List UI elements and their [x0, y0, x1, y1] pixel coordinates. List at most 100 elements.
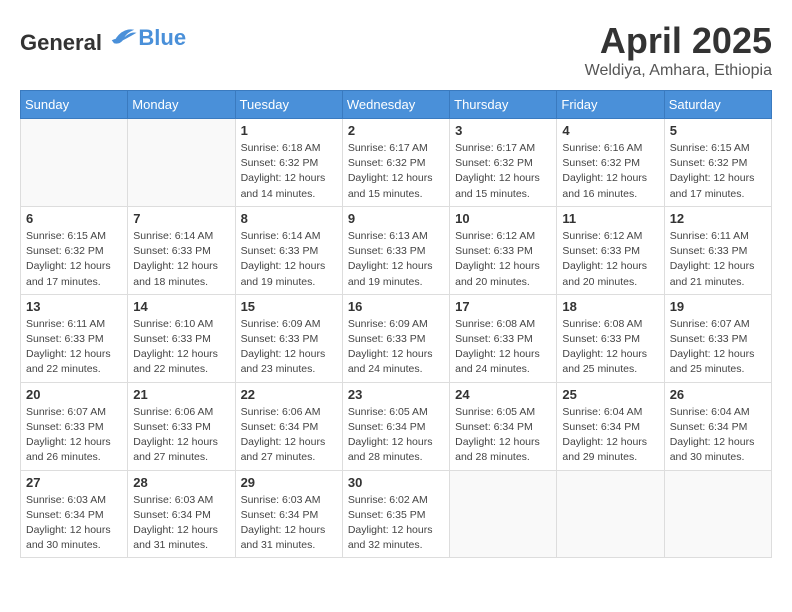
day-info: Sunrise: 6:11 AM Sunset: 6:33 PM Dayligh…: [670, 229, 766, 290]
calendar-day-cell: 13 Sunrise: 6:11 AM Sunset: 6:33 PM Dayli…: [21, 294, 128, 382]
calendar-day-cell: 2 Sunrise: 6:17 AM Sunset: 6:32 PM Daylig…: [342, 119, 449, 207]
day-info: Sunrise: 6:16 AM Sunset: 6:32 PM Dayligh…: [562, 141, 658, 202]
day-number: 16: [348, 299, 444, 314]
day-number: 1: [241, 123, 337, 138]
calendar-header-row: SundayMondayTuesdayWednesdayThursdayFrid…: [21, 91, 772, 119]
day-info: Sunrise: 6:09 AM Sunset: 6:33 PM Dayligh…: [241, 317, 337, 378]
day-info: Sunrise: 6:09 AM Sunset: 6:33 PM Dayligh…: [348, 317, 444, 378]
day-info: Sunrise: 6:17 AM Sunset: 6:32 PM Dayligh…: [348, 141, 444, 202]
day-number: 26: [670, 387, 766, 402]
day-info: Sunrise: 6:10 AM Sunset: 6:33 PM Dayligh…: [133, 317, 229, 378]
calendar-day-cell: 5 Sunrise: 6:15 AM Sunset: 6:32 PM Daylig…: [664, 119, 771, 207]
day-number: 9: [348, 211, 444, 226]
calendar-day-cell: 15Sunrise: 6:09 AM Sunset: 6:33 PM Dayli…: [235, 294, 342, 382]
calendar-day-cell: [128, 119, 235, 207]
calendar-day-cell: 28 Sunrise: 6:03 AM Sunset: 6:34 PM Dayli…: [128, 470, 235, 558]
calendar-day-cell: 1 Sunrise: 6:18 AM Sunset: 6:32 PM Daylig…: [235, 119, 342, 207]
day-of-week-header: Thursday: [450, 91, 557, 119]
day-number: 3: [455, 123, 551, 138]
calendar-week-row: 27 Sunrise: 6:03 AM Sunset: 6:34 PM Dayli…: [21, 470, 772, 558]
day-number: 8: [241, 211, 337, 226]
day-number: 2: [348, 123, 444, 138]
calendar-day-cell: 30Sunrise: 6:02 AM Sunset: 6:35 PM Dayli…: [342, 470, 449, 558]
day-info: Sunrise: 6:07 AM Sunset: 6:33 PM Dayligh…: [670, 317, 766, 378]
day-number: 22: [241, 387, 337, 402]
day-number: 21: [133, 387, 229, 402]
day-info: Sunrise: 6:17 AM Sunset: 6:32 PM Dayligh…: [455, 141, 551, 202]
location-subtitle: Weldiya, Amhara, Ethiopia: [585, 62, 772, 80]
day-number: 14: [133, 299, 229, 314]
calendar-day-cell: 27 Sunrise: 6:03 AM Sunset: 6:34 PM Dayli…: [21, 470, 128, 558]
day-info: Sunrise: 6:08 AM Sunset: 6:33 PM Dayligh…: [455, 317, 551, 378]
day-number: 7: [133, 211, 229, 226]
day-info: Sunrise: 6:18 AM Sunset: 6:32 PM Dayligh…: [241, 141, 337, 202]
day-info: Sunrise: 6:14 AM Sunset: 6:33 PM Dayligh…: [241, 229, 337, 290]
day-info: Sunrise: 6:03 AM Sunset: 6:34 PM Dayligh…: [241, 493, 337, 554]
calendar-day-cell: 12 Sunrise: 6:11 AM Sunset: 6:33 PM Dayli…: [664, 206, 771, 294]
calendar-day-cell: [21, 119, 128, 207]
logo-bird-icon: [108, 20, 138, 50]
day-number: 28: [133, 475, 229, 490]
day-number: 5: [670, 123, 766, 138]
day-of-week-header: Friday: [557, 91, 664, 119]
day-of-week-header: Tuesday: [235, 91, 342, 119]
calendar-table: SundayMondayTuesdayWednesdayThursdayFrid…: [20, 90, 772, 558]
calendar-day-cell: 8 Sunrise: 6:14 AM Sunset: 6:33 PM Daylig…: [235, 206, 342, 294]
calendar-day-cell: 6 Sunrise: 6:15 AM Sunset: 6:32 PM Daylig…: [21, 206, 128, 294]
day-info: Sunrise: 6:03 AM Sunset: 6:34 PM Dayligh…: [26, 493, 122, 554]
calendar-day-cell: [664, 470, 771, 558]
calendar-day-cell: 18 Sunrise: 6:08 AM Sunset: 6:33 PM Dayli…: [557, 294, 664, 382]
calendar-week-row: 20Sunrise: 6:07 AM Sunset: 6:33 PM Dayli…: [21, 382, 772, 470]
month-year-title: April 2025: [585, 20, 772, 62]
day-info: Sunrise: 6:14 AM Sunset: 6:33 PM Dayligh…: [133, 229, 229, 290]
day-info: Sunrise: 6:06 AM Sunset: 6:33 PM Dayligh…: [133, 405, 229, 466]
day-info: Sunrise: 6:12 AM Sunset: 6:33 PM Dayligh…: [455, 229, 551, 290]
day-info: Sunrise: 6:02 AM Sunset: 6:35 PM Dayligh…: [348, 493, 444, 554]
calendar-day-cell: 11 Sunrise: 6:12 AM Sunset: 6:33 PM Dayli…: [557, 206, 664, 294]
calendar-day-cell: 22Sunrise: 6:06 AM Sunset: 6:34 PM Dayli…: [235, 382, 342, 470]
calendar-day-cell: [557, 470, 664, 558]
calendar-day-cell: 26 Sunrise: 6:04 AM Sunset: 6:34 PM Dayli…: [664, 382, 771, 470]
day-number: 13: [26, 299, 122, 314]
title-area: April 2025 Weldiya, Amhara, Ethiopia: [585, 20, 772, 80]
calendar-week-row: 13 Sunrise: 6:11 AM Sunset: 6:33 PM Dayli…: [21, 294, 772, 382]
day-info: Sunrise: 6:15 AM Sunset: 6:32 PM Dayligh…: [670, 141, 766, 202]
day-number: 11: [562, 211, 658, 226]
calendar-day-cell: 24Sunrise: 6:05 AM Sunset: 6:34 PM Dayli…: [450, 382, 557, 470]
calendar-day-cell: 29 Sunrise: 6:03 AM Sunset: 6:34 PM Dayli…: [235, 470, 342, 558]
day-number: 23: [348, 387, 444, 402]
day-number: 12: [670, 211, 766, 226]
calendar-day-cell: 10 Sunrise: 6:12 AM Sunset: 6:33 PM Dayli…: [450, 206, 557, 294]
day-info: Sunrise: 6:08 AM Sunset: 6:33 PM Dayligh…: [562, 317, 658, 378]
day-number: 27: [26, 475, 122, 490]
calendar-week-row: 6 Sunrise: 6:15 AM Sunset: 6:32 PM Daylig…: [21, 206, 772, 294]
day-number: 29: [241, 475, 337, 490]
logo-general-text: General: [20, 30, 102, 55]
day-number: 4: [562, 123, 658, 138]
day-of-week-header: Wednesday: [342, 91, 449, 119]
day-number: 18: [562, 299, 658, 314]
calendar-day-cell: 19Sunrise: 6:07 AM Sunset: 6:33 PM Dayli…: [664, 294, 771, 382]
day-number: 17: [455, 299, 551, 314]
calendar-day-cell: 23Sunrise: 6:05 AM Sunset: 6:34 PM Dayli…: [342, 382, 449, 470]
day-number: 20: [26, 387, 122, 402]
day-info: Sunrise: 6:04 AM Sunset: 6:34 PM Dayligh…: [670, 405, 766, 466]
day-number: 10: [455, 211, 551, 226]
day-number: 6: [26, 211, 122, 226]
calendar-day-cell: 4 Sunrise: 6:16 AM Sunset: 6:32 PM Daylig…: [557, 119, 664, 207]
day-info: Sunrise: 6:13 AM Sunset: 6:33 PM Dayligh…: [348, 229, 444, 290]
day-info: Sunrise: 6:11 AM Sunset: 6:33 PM Dayligh…: [26, 317, 122, 378]
day-of-week-header: Saturday: [664, 91, 771, 119]
calendar-week-row: 1 Sunrise: 6:18 AM Sunset: 6:32 PM Daylig…: [21, 119, 772, 207]
logo: General Blue: [20, 20, 186, 56]
day-info: Sunrise: 6:04 AM Sunset: 6:34 PM Dayligh…: [562, 405, 658, 466]
day-number: 24: [455, 387, 551, 402]
day-info: Sunrise: 6:03 AM Sunset: 6:34 PM Dayligh…: [133, 493, 229, 554]
day-info: Sunrise: 6:12 AM Sunset: 6:33 PM Dayligh…: [562, 229, 658, 290]
day-of-week-header: Monday: [128, 91, 235, 119]
page-header: General Blue April 2025 Weldiya, Amhara,…: [20, 20, 772, 80]
day-of-week-header: Sunday: [21, 91, 128, 119]
calendar-day-cell: 9 Sunrise: 6:13 AM Sunset: 6:33 PM Daylig…: [342, 206, 449, 294]
day-info: Sunrise: 6:15 AM Sunset: 6:32 PM Dayligh…: [26, 229, 122, 290]
calendar-day-cell: 3 Sunrise: 6:17 AM Sunset: 6:32 PM Daylig…: [450, 119, 557, 207]
